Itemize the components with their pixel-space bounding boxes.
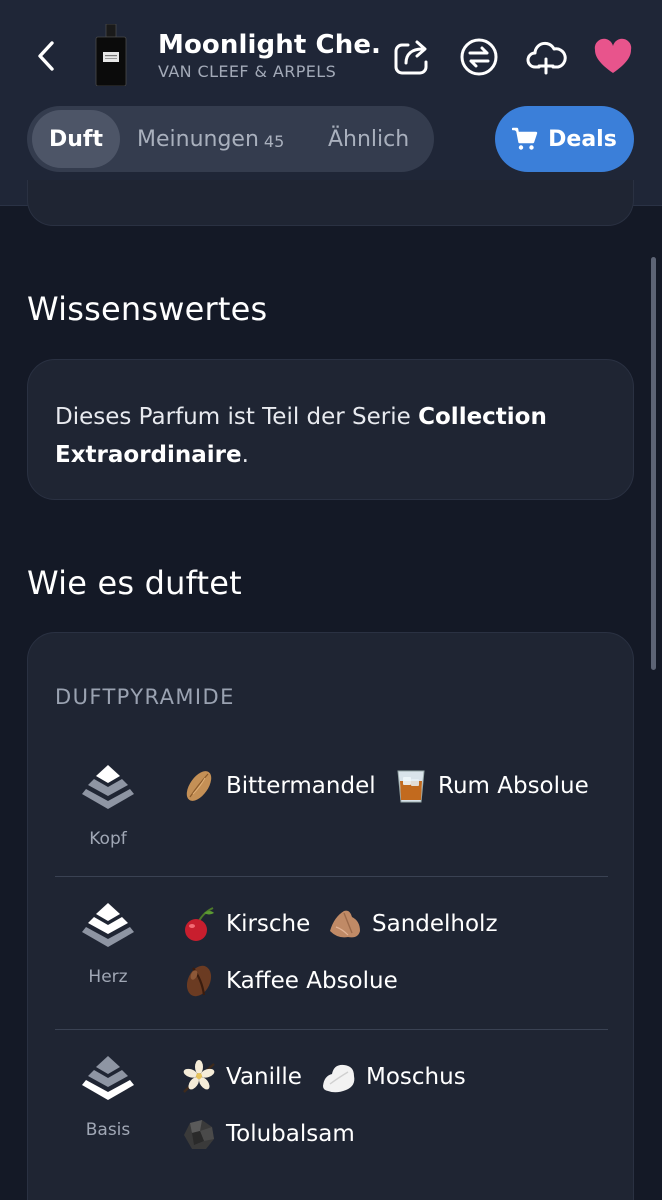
- facts-text-prefix: Dieses Parfum ist Teil der Serie: [55, 404, 419, 430]
- note-bittermandel[interactable]: Bittermandel: [180, 767, 376, 805]
- tab-duft[interactable]: Duft: [32, 110, 120, 168]
- deals-button[interactable]: Deals: [495, 106, 634, 172]
- top-header: Moonlight Che... VAN CLEEF & ARPELS Duft…: [0, 0, 662, 206]
- favorite-button[interactable]: [592, 36, 634, 78]
- coffee-icon: [186, 965, 212, 997]
- pyramid-top-icon: [82, 765, 134, 809]
- scent-pyramid-card: DUFTPYRAMIDE Kopf Bittermandel Rum Absol: [27, 632, 634, 1200]
- note-sandelholz[interactable]: Sandelholz: [326, 905, 498, 943]
- tab-aehnlich[interactable]: Ähnlich: [328, 110, 409, 168]
- perfume-bottle-thumbnail: [95, 24, 127, 86]
- compare-button[interactable]: [458, 36, 500, 78]
- tier-name: Kopf: [89, 829, 127, 849]
- tier-name: Basis: [85, 1120, 131, 1140]
- note-label: Vanille: [226, 1064, 302, 1090]
- cloud-add-icon: [526, 41, 567, 75]
- tab-meinungen[interactable]: Meinungen 45: [137, 110, 284, 168]
- rum-icon: [397, 770, 425, 803]
- note-label: Rum Absolue: [438, 773, 589, 799]
- vanilla-icon: [183, 1060, 215, 1093]
- share-icon: [394, 40, 428, 75]
- tier-divider: [55, 876, 608, 877]
- heart-icon: [594, 38, 632, 73]
- note-rum-absolue[interactable]: Rum Absolue: [392, 767, 589, 805]
- pyramid-middle-icon: [82, 903, 134, 947]
- musk-icon: [323, 1064, 355, 1093]
- facts-card: Dieses Parfum ist Teil der Serie Collect…: [27, 359, 634, 500]
- note-label: Kaffee Absolue: [226, 968, 398, 994]
- deals-label: Deals: [548, 126, 617, 152]
- back-arrow-icon: [38, 41, 54, 71]
- tolu-balsam-icon: [184, 1120, 214, 1149]
- facts-text: Dieses Parfum ist Teil der Serie Collect…: [55, 398, 595, 474]
- tab-duft-label: Duft: [48, 126, 103, 152]
- perfume-title: Moonlight Che...: [158, 30, 383, 60]
- tab-bar: Duft Meinungen 45 Ähnlich: [27, 106, 434, 172]
- shopping-cart-icon: [512, 127, 538, 150]
- note-label: Bittermandel: [226, 773, 376, 799]
- title-block: Moonlight Che... VAN CLEEF & ARPELS: [158, 30, 383, 81]
- note-kirsche[interactable]: Kirsche: [180, 905, 310, 943]
- review-count: 45: [263, 131, 285, 151]
- compare-icon: [460, 38, 498, 76]
- note-tolubalsam[interactable]: Tolubalsam: [180, 1115, 355, 1153]
- share-button[interactable]: [391, 36, 433, 78]
- tab-meinungen-label: Meinungen: [137, 126, 259, 152]
- pyramid-base-icon: [82, 1056, 134, 1100]
- pyramid-label: DUFTPYRAMIDE: [55, 685, 235, 709]
- note-label: Sandelholz: [372, 911, 498, 937]
- add-collection-button[interactable]: [525, 36, 567, 78]
- note-vanille[interactable]: Vanille: [180, 1058, 302, 1096]
- scent-heading: Wie es duftet: [27, 564, 242, 602]
- tab-aehnlich-label: Ähnlich: [328, 126, 410, 152]
- note-label: Moschus: [366, 1064, 466, 1090]
- note-label: Tolubalsam: [226, 1121, 355, 1147]
- tier-name: Herz: [88, 967, 128, 987]
- previous-card-edge: [27, 180, 634, 226]
- note-label: Kirsche: [226, 911, 311, 937]
- back-button[interactable]: [30, 36, 62, 76]
- facts-heading: Wissenswertes: [27, 290, 268, 328]
- facts-text-suffix: .: [241, 442, 249, 468]
- almond-icon: [186, 771, 212, 801]
- cherry-icon: [185, 907, 214, 941]
- scrollbar[interactable]: [651, 257, 656, 670]
- tier-divider: [55, 1029, 608, 1030]
- note-kaffee-absolue[interactable]: Kaffee Absolue: [180, 962, 398, 1000]
- sandalwood-icon: [330, 910, 360, 938]
- brand-name[interactable]: VAN CLEEF & ARPELS: [158, 62, 383, 81]
- note-moschus[interactable]: Moschus: [320, 1058, 466, 1096]
